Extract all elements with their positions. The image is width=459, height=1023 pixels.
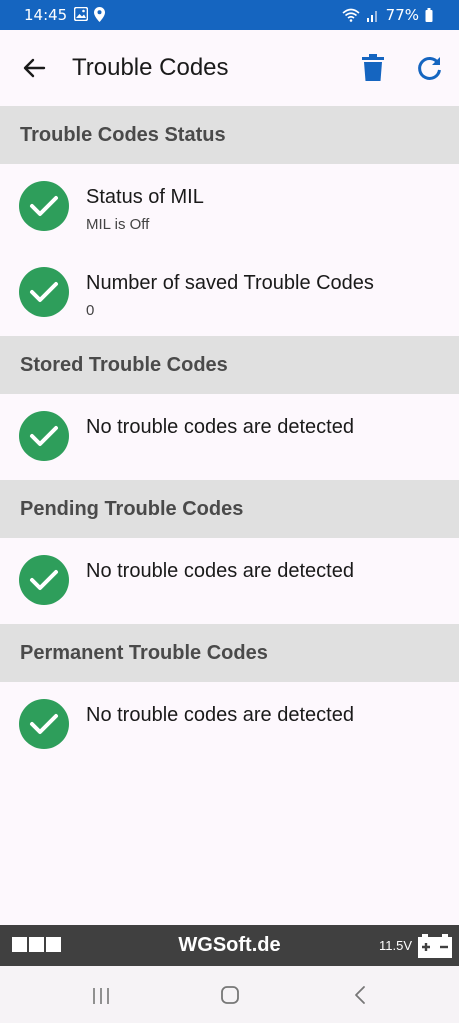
app-bar: Trouble Codes: [0, 30, 459, 106]
footer-bar: WGSoft.de 11.5V: [0, 925, 459, 966]
item-title: No trouble codes are detected: [86, 560, 354, 582]
section-header-status: Trouble Codes Status: [0, 106, 459, 164]
list-item-pending: No trouble codes are detected: [0, 538, 459, 624]
list-item-permanent: No trouble codes are detected: [0, 682, 459, 768]
item-title: No trouble codes are detected: [86, 704, 354, 726]
status-time: 14:45: [24, 6, 68, 24]
list-item-stored: No trouble codes are detected: [0, 394, 459, 480]
back-arrow-icon[interactable]: [20, 54, 48, 82]
section-header-permanent: Permanent Trouble Codes: [0, 624, 459, 682]
check-circle-icon: [19, 699, 69, 749]
item-title: Status of MIL: [86, 186, 204, 208]
list-item-saved-codes: Number of saved Trouble Codes 0: [0, 250, 459, 336]
location-icon: [94, 7, 105, 22]
item-subtitle: MIL is Off: [86, 216, 150, 233]
battery-percent: 77%: [385, 6, 419, 24]
item-title: No trouble codes are detected: [86, 416, 354, 438]
battery-voltage: 11.5V: [379, 938, 413, 953]
list-item-mil-status: Status of MIL MIL is Off: [0, 164, 459, 250]
trash-icon[interactable]: [360, 54, 386, 82]
back-icon[interactable]: [352, 985, 368, 1005]
battery-icon: [425, 8, 433, 22]
item-subtitle: 0: [86, 302, 95, 319]
section-header-pending: Pending Trouble Codes: [0, 480, 459, 538]
item-title: Number of saved Trouble Codes: [86, 272, 374, 294]
recent-apps-icon[interactable]: [91, 987, 111, 1005]
check-circle-icon: [19, 555, 69, 605]
status-bar: 14:45 77%: [0, 0, 459, 30]
check-circle-icon: [19, 411, 69, 461]
section-header-stored: Stored Trouble Codes: [0, 336, 459, 394]
system-nav-bar: [0, 966, 459, 1023]
home-icon[interactable]: [220, 985, 240, 1005]
check-circle-icon: [19, 181, 69, 231]
check-circle-icon: [19, 267, 69, 317]
refresh-icon[interactable]: [416, 54, 444, 82]
image-icon: [74, 7, 88, 21]
signal-icon: [366, 11, 377, 22]
car-battery-icon: [418, 934, 452, 958]
wifi-icon: [342, 8, 360, 22]
page-title: Trouble Codes: [72, 54, 229, 81]
trouble-codes-list: Trouble Codes Status Status of MIL MIL i…: [0, 106, 459, 768]
